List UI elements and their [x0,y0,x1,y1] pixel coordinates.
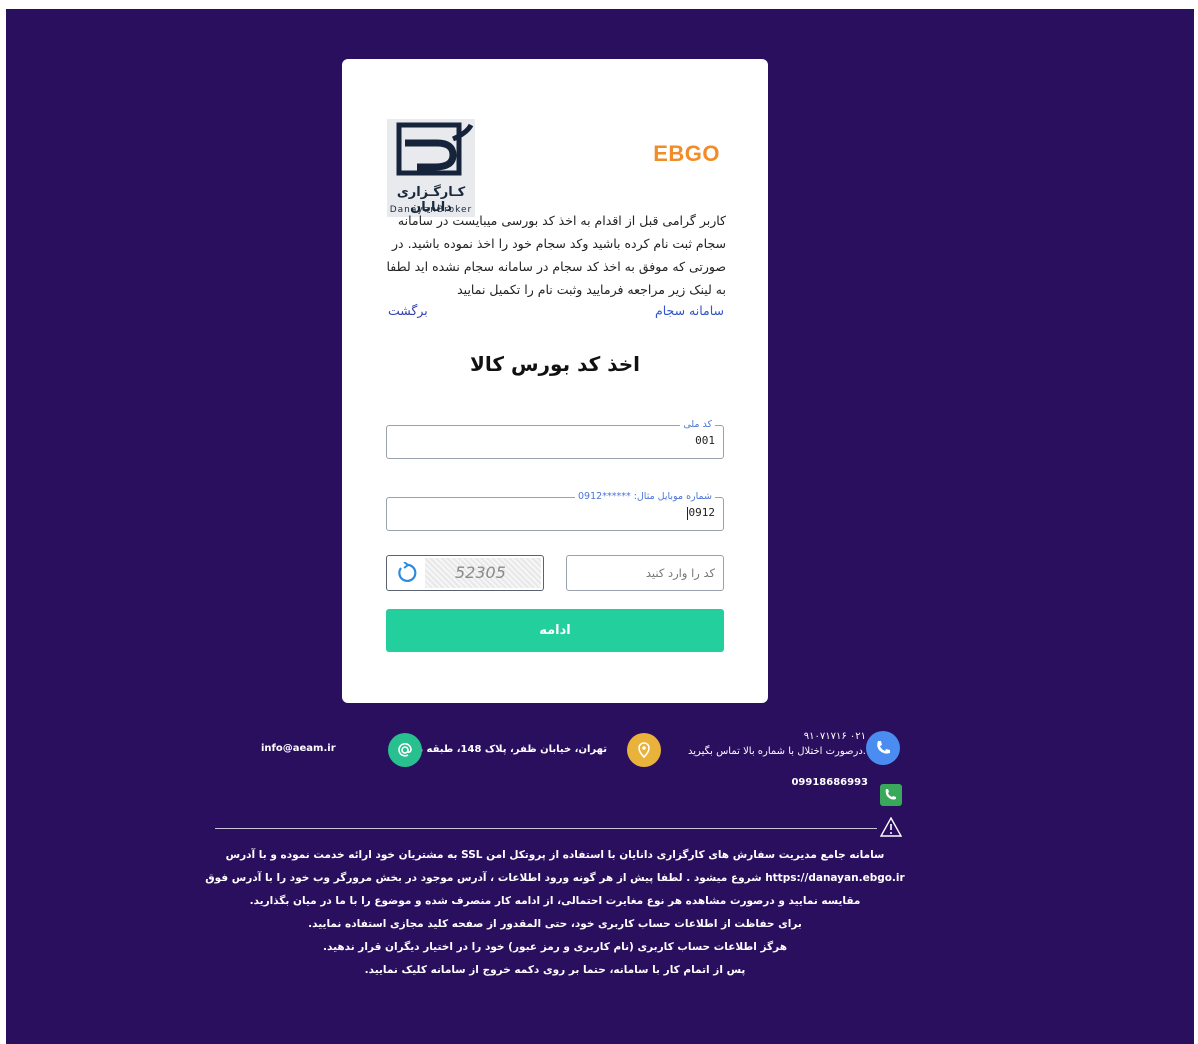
phone-icon[interactable] [866,731,900,765]
sajam-notice-text: کاربر گرامی قبل از اقدام به اخذ کد بورسی… [386,213,726,297]
ebgo-logo: EBGO [653,141,720,167]
sajam-link[interactable]: سامانه سجام [655,303,724,318]
mobile-value: 0912 [688,506,716,519]
disclaimer-line: سامانه جامع مدیریت سفارش های کارگزاری دا… [205,849,905,907]
disclaimer-line: پس از اتمام کار با سامانه، حتما بر روی د… [364,964,746,976]
danayan-broker-logo: کـارگـزاری دانایان DanayanBroker [387,119,475,217]
ebgo-logo-text: EBGO [653,141,720,166]
email-address[interactable]: info@aeam.ir [261,743,336,754]
mobile-number: 09918686993 [791,777,868,788]
warning-icon [879,816,903,841]
location-icon [627,733,661,767]
refresh-captcha-icon[interactable] [395,561,417,588]
mobile-field[interactable]: شماره موبایل مثال: ******0912 0912 [386,490,724,531]
email-icon[interactable] [388,733,422,767]
page-background: کـارگـزاری دانایان DanayanBroker EBGO کا… [6,9,1194,1044]
footer-divider [215,828,877,829]
security-disclaimer: سامانه جامع مدیریت سفارش های کارگزاری دا… [205,844,905,982]
phone-number: ۰۲۱ ۹۱۰۷۱۷۱۶ [803,731,866,742]
national-code-value: 001 [695,434,715,447]
phone-note: .درصورت اختلال با شماره بالا تماس بگیرید [688,746,866,757]
back-link[interactable]: برگشت [388,303,428,318]
form-title: اخذ کد بورس کالا [469,352,641,376]
captcha-box: 52305 [386,555,544,591]
mobile-label: شماره موبایل مثال: ******0912 [575,490,715,504]
disclaimer-line: برای حفاظت از اطلاعات حساب کاربری خود، ح… [308,918,802,930]
captcha-placeholder: کد را وارد کنید [645,566,715,580]
national-code-label: کد ملی [680,418,715,432]
captcha-image: 52305 [425,558,541,588]
continue-button[interactable]: ادامه [386,609,724,652]
captcha-input[interactable]: کد را وارد کنید [566,555,724,591]
whatsapp-icon[interactable] [880,784,902,806]
office-address: تهران، خیابان ظفر، پلاک 148، طبقه دوم [404,744,607,755]
login-card: کـارگـزاری دانایان DanayanBroker EBGO کا… [342,59,768,703]
text-cursor [686,506,688,520]
mobile-value-wrap: 0912 [686,506,716,520]
national-code-field[interactable]: کد ملی 001 [386,418,724,459]
captcha-code: 52305 [455,563,506,582]
disclaimer-line: هرگز اطلاعات حساب کاربری (نام کاربری و ر… [323,941,787,953]
